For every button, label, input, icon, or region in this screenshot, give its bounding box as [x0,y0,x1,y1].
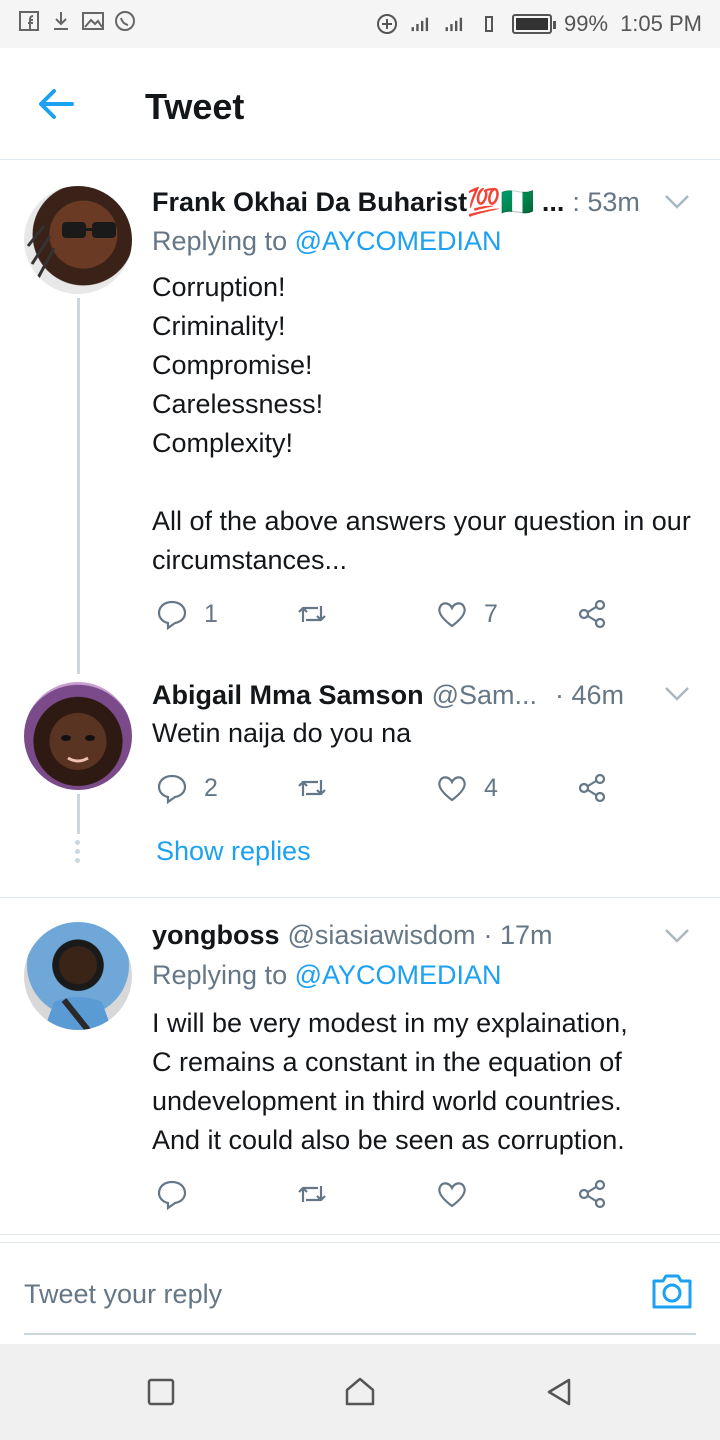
reply-input[interactable]: Tweet your reply [24,1279,222,1310]
data-saver-icon [376,13,398,35]
page-title: Tweet [145,86,245,127]
like-count: 4 [484,773,498,802]
thread-line [77,298,80,674]
tweet-header: Abigail Mma Samson @Sam... · 46m [152,680,660,711]
facebook-icon [18,10,40,32]
handle[interactable]: @Sam... [432,680,537,711]
reply-icon [157,774,187,804]
reply-button[interactable] [156,1178,204,1210]
tweet-header: yongboss @siasiawisdom · 17m [152,920,660,951]
back-triangle-icon[interactable] [543,1376,575,1408]
share-button[interactable] [576,772,608,804]
tweet-actions [152,1178,622,1218]
share-button[interactable] [576,598,608,630]
replying-to: Replying to @AYCOMEDIAN [152,960,502,990]
tweet-time: · 17m [483,920,553,950]
tweet-text: I will be very modest in my explaination… [152,1008,628,1155]
like-button[interactable] [436,1178,484,1210]
heart-icon [438,602,466,628]
tweet-header: Frank Okhai Da Buharist💯🇳🇬 ... : 53m [152,186,660,218]
battery-icon [512,14,557,34]
mention-link[interactable]: @AYCOMEDIAN [295,960,502,990]
reply-button[interactable]: 2 [156,772,218,804]
avatar[interactable] [24,186,132,294]
avatar[interactable] [24,682,132,790]
reply-icon [157,600,187,630]
display-name[interactable]: Abigail Mma Samson [152,680,424,711]
tweet-abigail[interactable]: Abigail Mma Samson @Sam... · 46m Wetin n… [0,670,720,896]
heart-icon [438,1182,466,1208]
tweet-frank[interactable]: Frank Okhai Da Buharist💯🇳🇬 ... : 53m Rep… [0,160,720,674]
tweet-text: Corruption! Criminality! Compromise! Car… [152,272,691,575]
status-bar-right: 99% 1:05 PM [376,11,702,37]
retweet-button[interactable] [296,772,344,804]
app-header: Tweet [0,48,720,160]
image-icon [82,10,104,32]
thread-dots [75,840,81,867]
arrow-left-icon[interactable] [36,86,76,122]
retweet-button[interactable] [296,598,344,630]
like-button[interactable]: 4 [436,772,498,804]
battery-percent: 99% [564,11,609,36]
reply-count: 1 [204,599,218,628]
download-icon [50,10,72,32]
handle[interactable]: @siasiawisdom [288,920,476,951]
tweet-actions: 2 4 [152,772,622,812]
divider [0,1234,720,1235]
reply-icon [157,1180,187,1210]
reply-button[interactable]: 1 [156,598,218,630]
chevron-down-icon[interactable] [664,928,690,944]
retweet-icon [298,1186,326,1202]
home-icon[interactable] [344,1376,376,1408]
show-replies-link[interactable]: Show replies [156,836,311,867]
vibrate-icon [478,13,500,35]
tweet-time: · 46m [555,680,625,710]
chevron-down-icon[interactable] [664,686,690,702]
avatar[interactable] [24,922,132,1030]
thread-line [77,794,80,834]
status-bar-left-icons [18,10,136,32]
whatsapp-icon [114,10,136,32]
input-underline [24,1333,696,1335]
share-icon [578,599,606,629]
camera-icon[interactable] [650,1271,694,1311]
like-button[interactable]: 7 [436,598,498,630]
retweet-icon [298,606,326,622]
recent-apps-icon[interactable] [145,1376,177,1408]
chevron-down-icon[interactable] [664,194,690,210]
tweet-text: Wetin naija do you na [152,718,412,748]
tweet-yongboss[interactable]: yongboss @siasiawisdom · 17m Replying to… [0,898,720,1234]
replying-to: Replying to @AYCOMEDIAN [152,226,502,256]
tweet-time: : 53m [572,187,640,217]
clock: 1:05 PM [620,11,702,36]
display-name[interactable]: Frank Okhai Da Buharist💯🇳🇬 ... [152,186,564,218]
share-icon [578,1179,606,1209]
signal-icon [410,13,432,35]
heart-icon [438,776,466,802]
mention-link[interactable]: @AYCOMEDIAN [295,226,502,256]
reply-composer: Tweet your reply [0,1242,720,1342]
status-bar: 99% 1:05 PM [0,0,720,48]
signal-h-icon [444,13,466,35]
reply-count: 2 [204,773,218,802]
like-count: 7 [484,599,498,628]
share-icon [578,773,606,803]
system-nav-bar [0,1344,720,1440]
retweet-button[interactable] [296,1178,344,1210]
retweet-icon [298,780,326,796]
tweet-actions: 1 7 [152,598,622,638]
share-button[interactable] [576,1178,608,1210]
display-name[interactable]: yongboss [152,920,280,951]
